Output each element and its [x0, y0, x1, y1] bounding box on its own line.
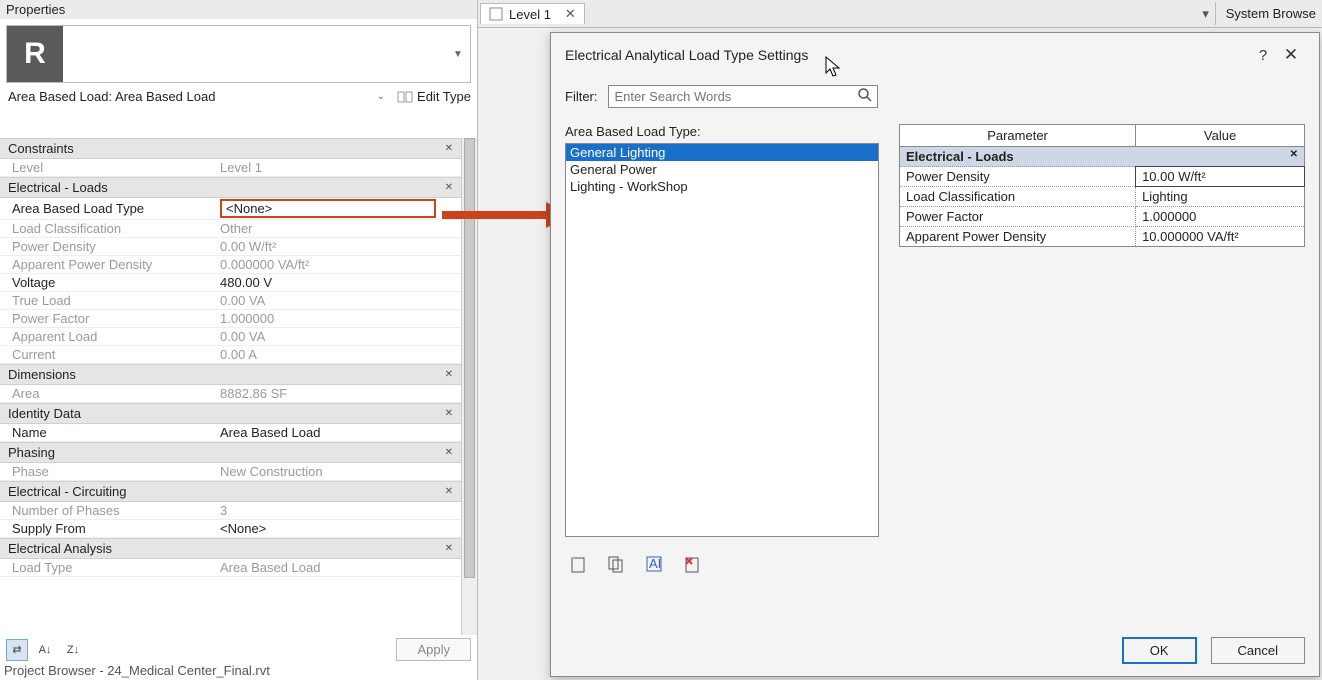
properties-panel: Properties R ▼ Area Based Load: Area Bas… — [0, 0, 478, 680]
dialog-help-icon[interactable]: ? — [1249, 47, 1277, 64]
edit-type-button[interactable]: Edit Type — [397, 89, 471, 105]
category-electrical-circuiting[interactable]: Electrical - Circuiting✕ — [0, 481, 461, 502]
category-phasing[interactable]: Phasing✕ — [0, 442, 461, 463]
new-load-type-icon[interactable] — [569, 555, 587, 576]
row-apparent-power-density: Apparent Power Density0.000000 VA/ft² — [0, 256, 461, 274]
rename-load-type-icon[interactable]: AI — [645, 555, 663, 576]
load-type-list-label: Area Based Load Type: — [565, 124, 879, 143]
category-electrical-loads[interactable]: Electrical - Loads✕ — [900, 147, 1305, 167]
chevron-down-icon: ▼ — [446, 49, 470, 60]
row-area-based-load-type[interactable]: Area Based Load Type<None> — [0, 198, 461, 220]
tab-level1[interactable]: Level 1 ✕ — [480, 3, 585, 24]
filter-label: Filter: — [565, 89, 598, 104]
row-supply-from[interactable]: Supply From<None> — [0, 520, 461, 538]
sort-filter-icon[interactable]: ⇄ — [6, 639, 28, 661]
revit-logo-icon: R — [7, 26, 63, 82]
search-icon[interactable] — [853, 87, 877, 106]
row-area: Area8882.86 SF — [0, 385, 461, 403]
category-electrical-analysis[interactable]: Electrical Analysis✕ — [0, 538, 461, 559]
properties-table: Constraints✕ LevelLevel 1 Electrical - L… — [0, 138, 461, 640]
ok-button[interactable]: OK — [1122, 637, 1197, 664]
param-row-apparent-power-density[interactable]: Apparent Power Density10.000000 VA/ft² — [900, 227, 1305, 247]
row-level[interactable]: LevelLevel 1 — [0, 159, 461, 177]
row-power-density: Power Density0.00 W/ft² — [0, 238, 461, 256]
dialog-title: Electrical Analytical Load Type Settings — [565, 47, 1249, 63]
load-type-settings-dialog: Electrical Analytical Load Type Settings… — [550, 32, 1320, 677]
row-number-of-phases: Number of Phases3 — [0, 502, 461, 520]
col-value: Value — [1136, 125, 1305, 147]
floorplan-icon — [489, 7, 503, 21]
list-item-lighting-workshop[interactable]: Lighting - WorkShop — [566, 178, 878, 195]
row-name[interactable]: NameArea Based Load — [0, 424, 461, 442]
list-item-general-power[interactable]: General Power — [566, 161, 878, 178]
param-row-power-density[interactable]: Power Density10.00 W/ft² — [900, 167, 1305, 187]
list-item-general-lighting[interactable]: General Lighting — [566, 144, 878, 161]
tabbar-dropdown-icon[interactable]: ▾ — [1197, 6, 1215, 22]
chevron-down-icon: ⌄ — [371, 91, 391, 102]
mouse-cursor-icon — [825, 56, 843, 78]
cancel-button[interactable]: Cancel — [1211, 637, 1305, 664]
category-electrical-loads[interactable]: Electrical - Loads✕ — [0, 177, 461, 198]
type-selector-combo[interactable]: Area Based Load: Area Based Load — [6, 87, 365, 106]
system-browser-panel-title[interactable]: System Browse — [1215, 2, 1322, 25]
filter-input-box[interactable] — [608, 85, 878, 108]
row-load-classification: Load ClassificationOther — [0, 220, 461, 238]
sort-desc-icon[interactable]: Z↓ — [62, 639, 84, 661]
row-load-type: Load TypeArea Based Load — [0, 559, 461, 577]
project-browser-title: Project Browser - 24_Medical Center_Fina… — [0, 661, 274, 680]
duplicate-load-type-icon[interactable] — [607, 555, 625, 576]
row-power-factor: Power Factor1.000000 — [0, 310, 461, 328]
properties-title: Properties — [0, 0, 477, 19]
edit-type-icon — [397, 89, 413, 105]
row-apparent-load: Apparent Load0.00 VA — [0, 328, 461, 346]
param-row-power-factor[interactable]: Power Factor1.000000 — [900, 207, 1305, 227]
filter-input[interactable] — [609, 86, 853, 107]
param-row-load-classification[interactable]: Load ClassificationLighting — [900, 187, 1305, 207]
row-phase: PhaseNew Construction — [0, 463, 461, 481]
load-type-listbox[interactable]: General Lighting General Power Lighting … — [565, 143, 879, 537]
apply-button[interactable]: Apply — [396, 638, 471, 661]
col-parameter: Parameter — [900, 125, 1136, 147]
category-dimensions[interactable]: Dimensions✕ — [0, 364, 461, 385]
dialog-close-icon[interactable]: ✕ — [1277, 45, 1305, 65]
row-voltage[interactable]: Voltage480.00 V — [0, 274, 461, 292]
delete-load-type-icon[interactable] — [683, 555, 701, 576]
parameter-table: ParameterValue Electrical - Loads✕ Power… — [899, 124, 1305, 247]
row-current: Current0.00 A — [0, 346, 461, 364]
row-true-load: True Load0.00 VA — [0, 292, 461, 310]
category-constraints[interactable]: Constraints✕ — [0, 138, 461, 159]
close-tab-icon[interactable]: ✕ — [565, 6, 576, 22]
type-image-selector[interactable]: R ▼ — [6, 25, 471, 83]
svg-text:AI: AI — [649, 556, 661, 571]
category-identity[interactable]: Identity Data✕ — [0, 403, 461, 424]
sort-asc-icon[interactable]: A↓ — [34, 639, 56, 661]
view-tabbar: Level 1 ✕ ▾ System Browse — [478, 0, 1322, 28]
